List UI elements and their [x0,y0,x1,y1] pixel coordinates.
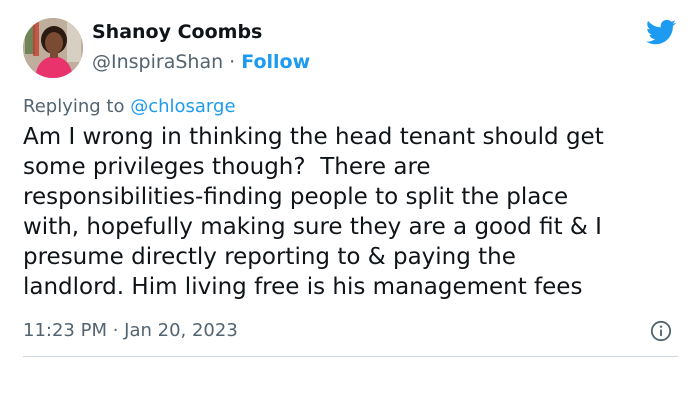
divider [23,356,678,357]
author-handle-line: @InspiraShan · Follow [92,51,310,73]
avatar[interactable] [23,18,83,78]
twitter-bird-icon[interactable] [645,17,678,47]
tweet-card: Shanoy Coombs @InspiraShan · Follow Repl… [0,0,700,410]
handle-separator: · [223,51,242,73]
tweet-timestamp[interactable]: 11:23 PM · Jan 20, 2023 [23,320,238,341]
author-handle[interactable]: @InspiraShan [92,51,223,73]
avatar-photo [23,18,83,78]
follow-button[interactable]: Follow [241,51,310,73]
reply-target-link[interactable]: @chlosarge [130,96,235,117]
reply-prefix: Replying to [23,96,131,117]
info-icon[interactable] [650,320,672,342]
replying-to-line: Replying to @chlosarge [23,96,236,117]
author-display-name[interactable]: Shanoy Coombs [92,21,262,43]
tweet-text: Am I wrong in thinking the head tenant s… [23,124,604,300]
